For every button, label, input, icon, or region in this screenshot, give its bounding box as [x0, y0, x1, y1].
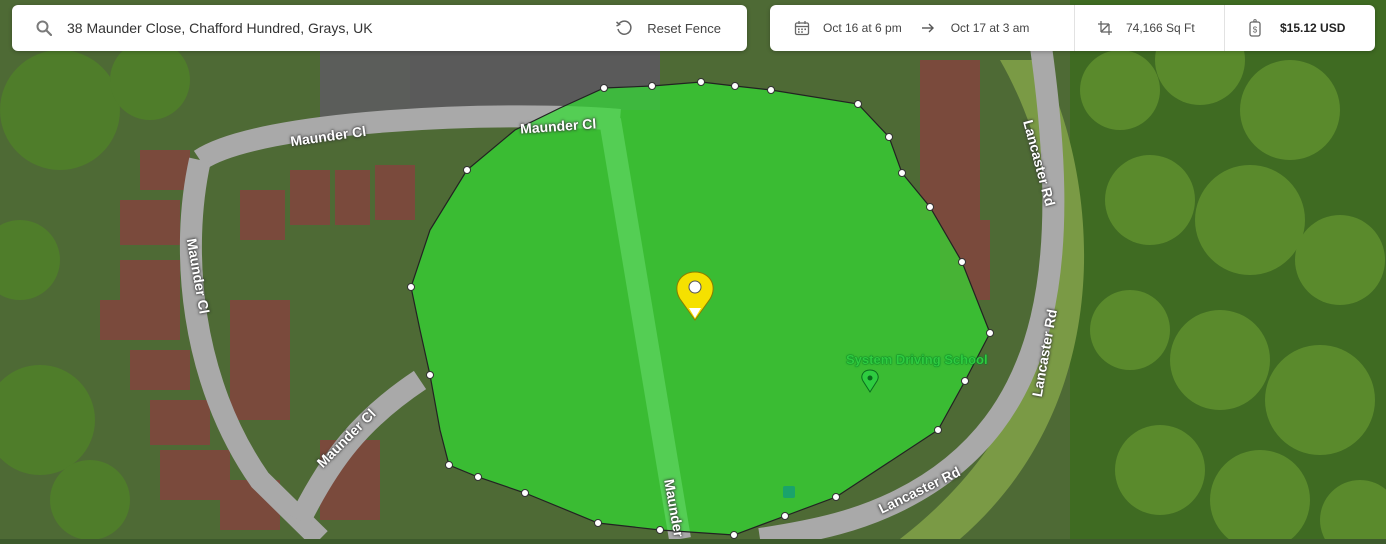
- fence-vertex-handle[interactable]: [926, 203, 934, 211]
- svg-text:$: $: [1253, 26, 1258, 35]
- end-date[interactable]: Oct 17 at 3 am: [951, 21, 1030, 35]
- fence-vertex-handle[interactable]: [426, 371, 434, 379]
- info-bar: Oct 16 at 6 pm Oct 17 at 3 am 74,166 Sq …: [770, 5, 1375, 51]
- reset-fence-label: Reset Fence: [647, 20, 721, 36]
- fence-vertex-handle[interactable]: [854, 100, 862, 108]
- reset-fence-button[interactable]: Reset Fence: [615, 19, 721, 37]
- parking-lot: [320, 50, 410, 120]
- bus-stop-icon[interactable]: [783, 486, 795, 498]
- area-value: 74,166 Sq Ft: [1126, 21, 1195, 35]
- fence-vertex-handle[interactable]: [731, 82, 739, 90]
- area-icon: [1098, 21, 1112, 35]
- calendar-icon: [794, 21, 810, 36]
- fence-vertex-handle[interactable]: [521, 489, 529, 497]
- search-bar[interactable]: 38 Maunder Close, Chafford Hundred, Gray…: [12, 5, 747, 51]
- date-range[interactable]: Oct 16 at 6 pm Oct 17 at 3 am: [770, 5, 1075, 51]
- fence-vertex-handle[interactable]: [958, 258, 966, 266]
- poi-label[interactable]: System Driving School: [846, 352, 988, 367]
- fence-vertex-handle[interactable]: [898, 169, 906, 177]
- search-input[interactable]: 38 Maunder Close, Chafford Hundred, Gray…: [67, 20, 615, 36]
- satellite-map[interactable]: [0, 0, 1386, 544]
- fence-vertex-handle[interactable]: [474, 473, 482, 481]
- fence-vertex-handle[interactable]: [463, 166, 471, 174]
- price-value: $15.12 USD: [1280, 21, 1346, 35]
- fence-vertex-handle[interactable]: [600, 84, 608, 92]
- price-display: $ $15.12 USD: [1225, 5, 1375, 51]
- fence-vertex-handle[interactable]: [697, 78, 705, 86]
- fence-vertex-handle[interactable]: [767, 86, 775, 94]
- fence-vertex-handle[interactable]: [986, 329, 994, 337]
- fence-vertex-handle[interactable]: [656, 526, 664, 534]
- fence-vertex-handle[interactable]: [832, 493, 840, 501]
- fence-vertex-handle[interactable]: [445, 461, 453, 469]
- fence-vertex-handle[interactable]: [934, 426, 942, 434]
- fence-vertex-handle[interactable]: [781, 512, 789, 520]
- area-display: 74,166 Sq Ft: [1075, 5, 1225, 51]
- fence-vertex-handle[interactable]: [594, 519, 602, 527]
- fence-vertex-handle[interactable]: [885, 133, 893, 141]
- fence-vertex-handle[interactable]: [961, 377, 969, 385]
- price-tag-icon: $: [1249, 19, 1261, 37]
- start-date[interactable]: Oct 16 at 6 pm: [823, 21, 902, 35]
- reset-icon: [616, 20, 632, 35]
- fence-vertex-handle[interactable]: [730, 531, 738, 539]
- search-icon: [36, 20, 52, 36]
- fence-vertex-handle[interactable]: [407, 283, 415, 291]
- fence-vertex-handle[interactable]: [648, 82, 656, 90]
- map-view[interactable]: Maunder Cl Maunder Cl Maunder Cl Maunder…: [0, 0, 1386, 544]
- arrow-right-icon: [921, 23, 934, 33]
